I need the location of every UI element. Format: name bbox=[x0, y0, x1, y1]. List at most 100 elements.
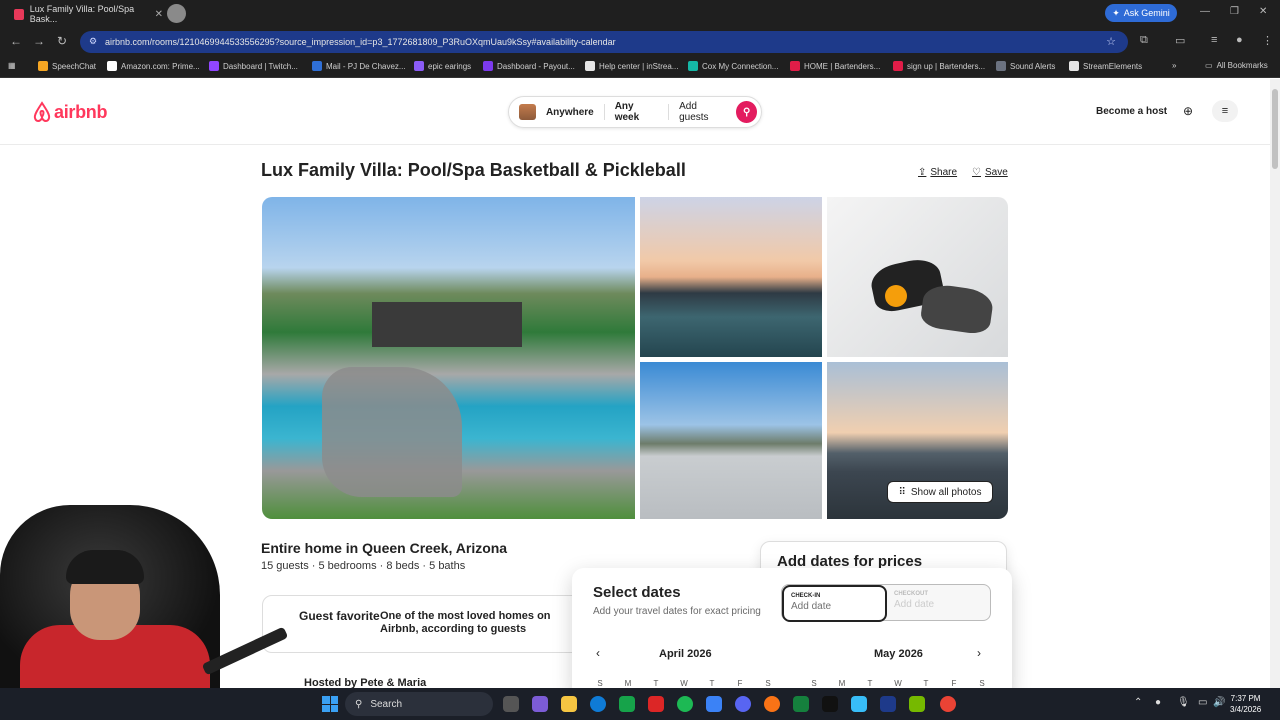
checkout-field[interactable]: CHECKOUT Add date bbox=[894, 585, 934, 616]
checkin-field[interactable]: CHECK-IN Add date bbox=[782, 585, 887, 622]
volume-icon[interactable]: 🔊 bbox=[1213, 697, 1225, 708]
file-explorer-icon[interactable] bbox=[561, 696, 577, 712]
hamburger-menu-icon[interactable]: ≡ bbox=[1212, 100, 1238, 122]
guest-favorite-label: Guest favorite bbox=[299, 609, 380, 623]
bookmark-item[interactable]: Cox My Connection... bbox=[688, 61, 778, 71]
search-icon[interactable]: ⚲ bbox=[736, 101, 757, 123]
spotify-icon[interactable] bbox=[677, 696, 693, 712]
month-right-label: May 2026 bbox=[874, 648, 923, 660]
profile-icon[interactable]: ● bbox=[1236, 34, 1243, 46]
back-icon[interactable]: ← bbox=[10, 34, 22, 48]
calculator-icon[interactable] bbox=[851, 696, 867, 712]
search-when[interactable]: Any week bbox=[605, 101, 668, 123]
chevron-right-icon[interactable]: › bbox=[977, 646, 981, 660]
weekday-row-left: SMTWTFS bbox=[597, 679, 771, 688]
cabana-shape bbox=[372, 302, 522, 347]
profile-avatar[interactable] bbox=[167, 4, 186, 23]
reading-list-icon[interactable]: ≡ bbox=[1211, 34, 1217, 46]
bookmark-item[interactable]: StreamElements bbox=[1069, 61, 1142, 71]
discord-icon[interactable] bbox=[735, 696, 751, 712]
search-bar[interactable]: Anywhere Any week Add guests ⚲ bbox=[508, 96, 762, 128]
bookmark-item[interactable]: SpeechChat bbox=[38, 61, 96, 71]
bookmark-item[interactable]: epic earings bbox=[414, 61, 471, 71]
firefox-icon[interactable] bbox=[764, 696, 780, 712]
bookmark-item[interactable]: Dashboard - Payout... bbox=[483, 61, 575, 71]
tray-chevron-icon[interactable]: ⌃ bbox=[1134, 697, 1142, 708]
bookmark-item[interactable]: Mail - PJ De Chavez... bbox=[312, 61, 406, 71]
share-icon: ⇪ bbox=[918, 167, 927, 178]
edge-icon[interactable] bbox=[590, 696, 606, 712]
clock-time: 7:37 PM bbox=[1230, 694, 1261, 703]
bookmark-star-icon[interactable]: ☆ bbox=[1106, 35, 1116, 48]
network-icon[interactable]: ▭ bbox=[1198, 697, 1207, 708]
bookmark-item[interactable]: sign up | Bartenders... bbox=[893, 61, 985, 71]
airbnb-logo-icon bbox=[33, 101, 51, 122]
photo-pool-sunset[interactable] bbox=[640, 197, 822, 357]
share-button[interactable]: ⇪ Share bbox=[918, 167, 957, 178]
guest-favorite-banner: Guest favorite One of the most loved hom… bbox=[262, 595, 582, 653]
save-button[interactable]: ♡ Save bbox=[972, 167, 1008, 178]
extensions-icon[interactable]: ⧉ bbox=[1140, 34, 1148, 47]
photo-pickleball-paddles[interactable] bbox=[827, 197, 1008, 357]
browser-menu-icon[interactable]: ⋮ bbox=[1262, 34, 1273, 47]
apps-icon[interactable]: ▦ bbox=[8, 61, 16, 70]
search-who[interactable]: Add guests bbox=[669, 101, 736, 123]
photo-main-pool[interactable] bbox=[262, 197, 635, 519]
task-view-icon[interactable] bbox=[503, 696, 519, 712]
minimize-icon[interactable]: — bbox=[1200, 6, 1210, 17]
taskbar-search-label: Search bbox=[370, 698, 403, 710]
photos-icon[interactable] bbox=[706, 696, 722, 712]
ask-gemini-button[interactable]: ✦ Ask Gemini bbox=[1105, 4, 1177, 22]
reload-icon[interactable]: ↻ bbox=[57, 34, 67, 48]
taskbar-search[interactable]: ⚲ Search bbox=[345, 692, 493, 716]
bookmark-item[interactable]: Help center | inStrea... bbox=[585, 61, 678, 71]
forward-icon[interactable]: → bbox=[33, 34, 45, 48]
chevron-left-icon[interactable]: ‹ bbox=[596, 646, 600, 660]
taskbar-clock[interactable]: 7:37 PM 3/4/2026 bbox=[1230, 693, 1261, 715]
store-icon[interactable] bbox=[648, 696, 664, 712]
microphone-icon[interactable]: 🎙 bbox=[1177, 697, 1190, 708]
heart-icon: ♡ bbox=[972, 167, 981, 178]
bookmark-item[interactable]: Dashboard | Twitch... bbox=[209, 61, 298, 71]
airbnb-logo[interactable]: airbnb bbox=[32, 101, 108, 123]
excel-icon[interactable] bbox=[793, 696, 809, 712]
more-bookmarks-icon[interactable]: » bbox=[1172, 61, 1176, 70]
steam-icon[interactable] bbox=[880, 696, 896, 712]
logo-text: airbnb bbox=[54, 101, 108, 122]
bookmark-item[interactable]: HOME | Bartenders... bbox=[790, 61, 880, 71]
copilot-icon[interactable] bbox=[532, 696, 548, 712]
tray-app-icon[interactable]: ● bbox=[1155, 697, 1161, 708]
browser-tab[interactable]: Lux Family Villa: Pool/Spa Bask... ✕ bbox=[8, 3, 163, 25]
bookmark-item[interactable]: Sound Alerts bbox=[996, 61, 1055, 71]
checkout-placeholder: Add date bbox=[894, 599, 935, 610]
windows-start-icon[interactable] bbox=[322, 696, 338, 712]
page-scrollbar[interactable] bbox=[1270, 79, 1280, 688]
maximize-icon[interactable]: ❐ bbox=[1230, 6, 1239, 17]
close-tab-icon[interactable]: ✕ bbox=[155, 9, 163, 20]
photo-pickleball-court[interactable] bbox=[640, 362, 822, 519]
bookmark-item[interactable]: Amazon.com: Prime... bbox=[107, 61, 200, 71]
date-picker-popup: Select dates Add your travel dates for e… bbox=[572, 568, 1012, 688]
search-where[interactable]: Anywhere bbox=[536, 107, 604, 118]
hosted-by: Hosted by Pete & Maria bbox=[304, 677, 427, 688]
url-text: airbnb.com/rooms/1210469944533556295?sou… bbox=[105, 37, 616, 47]
close-window-icon[interactable]: ✕ bbox=[1259, 6, 1267, 17]
listing-title: Lux Family Villa: Pool/Spa Basketball & … bbox=[261, 160, 686, 180]
app-icon[interactable] bbox=[619, 696, 635, 712]
tiktok-icon[interactable] bbox=[822, 696, 838, 712]
ask-gemini-label: Ask Gemini bbox=[1123, 8, 1170, 18]
search-icon: ⚲ bbox=[355, 698, 363, 710]
nvidia-icon[interactable] bbox=[909, 696, 925, 712]
cast-icon[interactable]: ▭ bbox=[1175, 34, 1185, 47]
checkin-label: CHECK-IN bbox=[791, 593, 821, 599]
weekday-row-right: SMTWTFS bbox=[811, 679, 985, 688]
house-icon bbox=[519, 104, 536, 120]
globe-icon[interactable]: ⊕ bbox=[1183, 104, 1193, 118]
all-bookmarks[interactable]: ▭ All Bookmarks bbox=[1205, 61, 1268, 70]
site-info-icon[interactable]: ⚙ bbox=[89, 36, 97, 47]
become-host-link[interactable]: Become a host bbox=[1096, 106, 1167, 117]
chrome-icon[interactable] bbox=[940, 696, 956, 712]
url-bar[interactable]: ⚙ airbnb.com/rooms/1210469944533556295?s… bbox=[80, 31, 1128, 53]
show-all-photos-button[interactable]: ⠿ Show all photos bbox=[887, 481, 993, 503]
select-dates-subheading: Add your travel dates for exact pricing bbox=[593, 606, 761, 617]
